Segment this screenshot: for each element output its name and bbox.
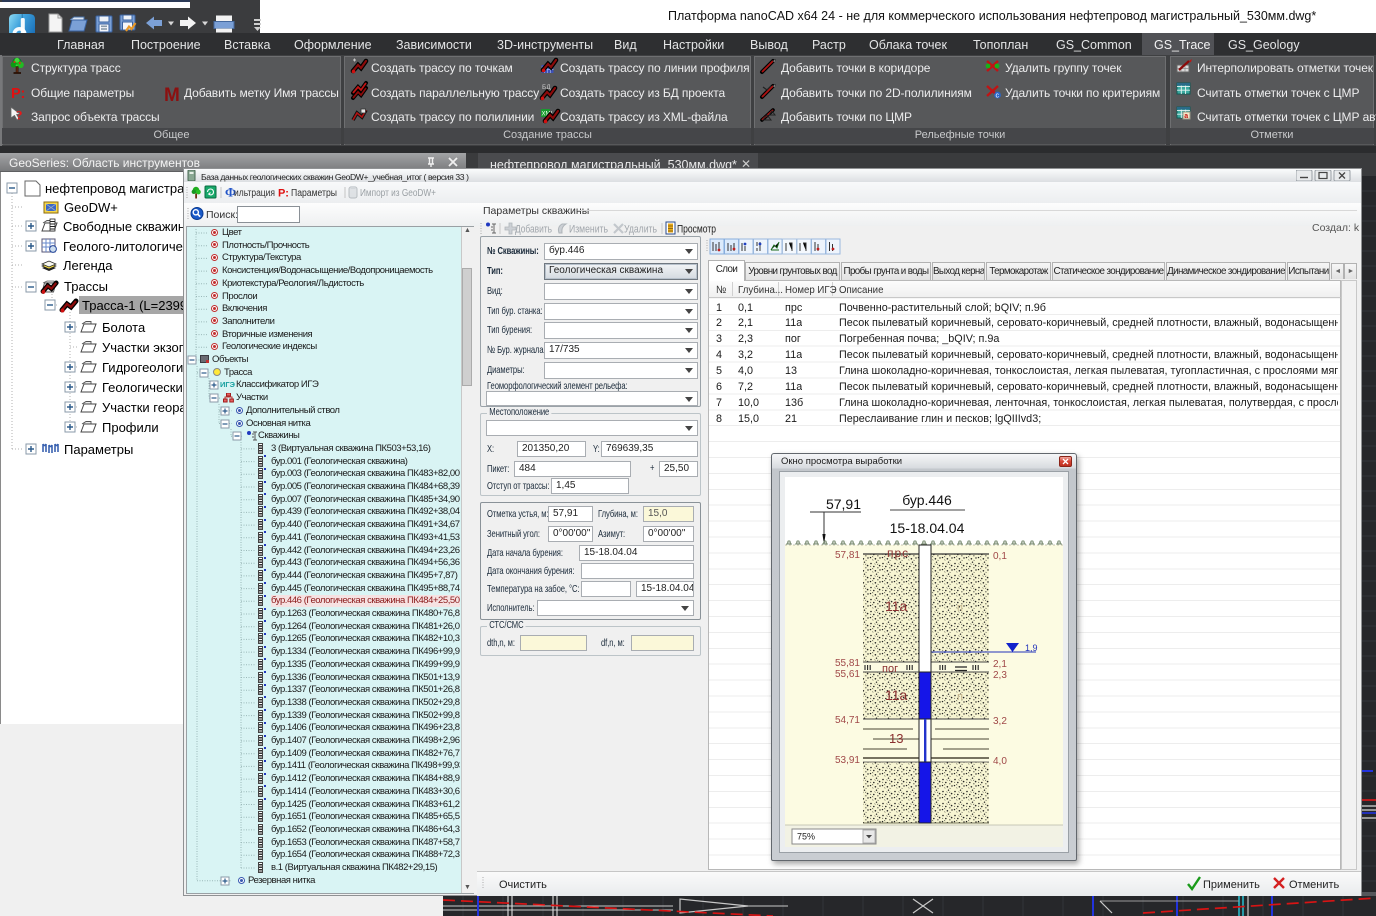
- svg-text:55,81: 55,81: [835, 658, 860, 669]
- svg-text:57,81: 57,81: [835, 550, 860, 561]
- svg-text:прс: прс: [887, 546, 909, 560]
- svg-text:Изменить: Изменить: [569, 224, 608, 236]
- svg-text:75%: 75%: [797, 832, 815, 842]
- svg-text:1,9: 1,9: [1025, 643, 1038, 653]
- svg-text:Удалить: Удалить: [624, 224, 657, 236]
- svg-text:п: п: [957, 691, 963, 703]
- svg-text:53,91: 53,91: [835, 755, 860, 766]
- svg-text:2,1: 2,1: [993, 659, 1007, 670]
- svg-text:4,0: 4,0: [993, 756, 1007, 767]
- svg-text:пог: пог: [882, 663, 898, 675]
- svg-text:Просмотр: Просмотр: [677, 224, 716, 236]
- svg-text:c: c: [996, 93, 1000, 100]
- svg-text:55,61: 55,61: [835, 669, 860, 680]
- svg-text:a: a: [1184, 113, 1188, 120]
- svg-text:11а: 11а: [885, 687, 908, 703]
- svg-text:бур.446: бур.446: [902, 492, 952, 508]
- svg-text:13: 13: [889, 731, 903, 746]
- svg-text:0,1: 0,1: [993, 551, 1007, 562]
- svg-text:15-18.04.04: 15-18.04.04: [890, 520, 965, 536]
- svg-text:54,71: 54,71: [835, 715, 860, 726]
- svg-text:п: п: [957, 602, 963, 614]
- svg-text:Добавить: Добавить: [515, 224, 552, 236]
- svg-text:11а: 11а: [885, 598, 908, 614]
- svg-text:57,91: 57,91: [826, 496, 861, 512]
- svg-text:3,2: 3,2: [993, 716, 1007, 727]
- svg-text:2,3: 2,3: [993, 670, 1007, 681]
